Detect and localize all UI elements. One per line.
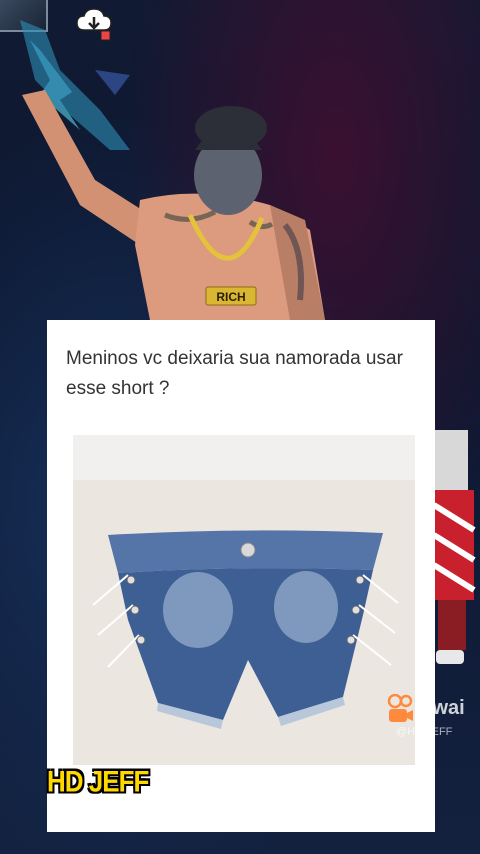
chain-pendant-label: RICH	[216, 290, 245, 304]
post-question-text: Meninos vc deixaria sua namorada usar es…	[66, 348, 403, 399]
kwai-username: @HD JEFF	[396, 726, 453, 738]
kwai-watermark: Kwai	[418, 697, 465, 719]
post-card: Meninos vc deixaria sua namorada usar es…	[47, 320, 435, 832]
game-character: RICH	[20, 20, 325, 320]
hd-jeff-watermark: HD JEFF	[47, 763, 149, 799]
kwai-camera-icon	[387, 694, 413, 722]
denim-shorts-photo	[73, 435, 415, 765]
